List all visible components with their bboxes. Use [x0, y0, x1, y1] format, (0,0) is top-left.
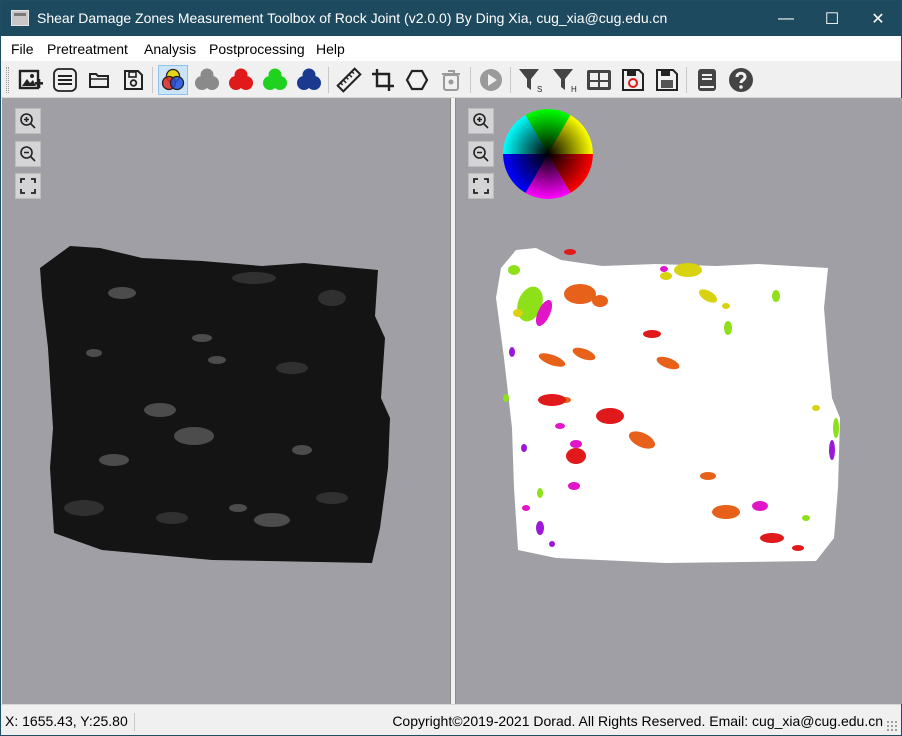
run-icon	[480, 69, 502, 91]
delete-icon	[442, 70, 460, 91]
resize-grip[interactable]	[886, 720, 898, 732]
toolbar-separator	[510, 67, 511, 93]
menu-analysis[interactable]: Analysis	[144, 41, 196, 57]
menu-pretreatment[interactable]: Pretreatment	[47, 41, 128, 57]
menu-file[interactable]: File	[11, 41, 34, 57]
gray-channel-button[interactable]	[192, 65, 222, 95]
copyright-text: Copyright©2019-2021 Dorad. All Rights Re…	[392, 713, 883, 729]
manual-icon	[698, 69, 716, 91]
menu-bar: File Pretreatment Analysis Postprocessin…	[1, 36, 901, 61]
toolbar-separator	[328, 67, 329, 93]
rgb-channels-button[interactable]	[158, 65, 188, 95]
polygon-icon	[405, 69, 429, 91]
help-icon	[729, 68, 753, 92]
rgb-channels-icon	[161, 68, 185, 91]
gray-channel-icon	[195, 68, 219, 90]
filter-s-icon: S	[519, 69, 542, 94]
run-button[interactable]	[476, 65, 506, 95]
minimize-button[interactable]: —	[763, 1, 809, 36]
table-icon	[587, 70, 611, 90]
close-button[interactable]: ✕	[855, 1, 901, 36]
crop-icon	[372, 69, 394, 91]
toolbar-separator	[470, 67, 471, 93]
filter-s-subscript: S	[537, 85, 542, 94]
red-channel-icon	[229, 68, 253, 90]
damage-zone-image	[496, 109, 840, 563]
toolbar-grip[interactable]	[6, 67, 9, 93]
red-channel-button[interactable]	[226, 65, 256, 95]
crop-button[interactable]	[368, 65, 398, 95]
app-icon	[11, 10, 29, 26]
result-image-pane[interactable]	[456, 98, 902, 704]
cursor-coordinates: X: 1655.43, Y:25.80	[5, 713, 135, 731]
green-channel-button[interactable]	[260, 65, 290, 95]
toolbar-separator	[152, 67, 153, 93]
toolbar-separator	[686, 67, 687, 93]
filter-h-subscript: H	[571, 85, 577, 94]
save-button[interactable]	[118, 65, 148, 95]
app-window: Shear Damage Zones Measurement Toolbox o…	[0, 0, 902, 736]
rock-joint-image	[40, 246, 390, 563]
original-image-pane[interactable]	[2, 98, 450, 704]
manual-button[interactable]	[692, 65, 722, 95]
polygon-button[interactable]	[402, 65, 432, 95]
blue-channel-button[interactable]	[294, 65, 324, 95]
menu-postprocessing[interactable]: Postprocessing	[209, 41, 305, 57]
open-folder-icon	[89, 73, 109, 88]
import-image-icon	[18, 69, 43, 90]
menu-help[interactable]: Help	[316, 41, 345, 57]
save-result-button[interactable]	[618, 65, 648, 95]
import-image-button[interactable]	[16, 65, 46, 95]
window-title: Shear Damage Zones Measurement Toolbox o…	[37, 10, 668, 26]
filter-h-icon: H	[553, 69, 577, 94]
ruler-icon	[336, 67, 362, 93]
save-icon	[124, 70, 143, 90]
save-result-icon	[622, 69, 644, 91]
delete-button[interactable]	[436, 65, 466, 95]
maximize-button[interactable]: ☐	[809, 1, 855, 36]
blue-channel-icon	[297, 68, 321, 90]
text-list-icon	[53, 68, 77, 92]
open-folder-button[interactable]	[84, 65, 114, 95]
help-button[interactable]	[726, 65, 756, 95]
ruler-button[interactable]	[334, 65, 364, 95]
table-button[interactable]	[584, 65, 614, 95]
green-channel-icon	[263, 68, 287, 90]
title-bar: Shear Damage Zones Measurement Toolbox o…	[1, 1, 901, 36]
text-list-button[interactable]	[50, 65, 80, 95]
save-data-button[interactable]	[652, 65, 682, 95]
save-data-icon	[656, 69, 678, 91]
filter-s-button[interactable]: S	[516, 65, 546, 95]
orientation-color-wheel	[503, 109, 593, 199]
toolbar: S H	[1, 61, 901, 98]
status-bar: X: 1655.43, Y:25.80 Copyright©2019-2021 …	[1, 704, 901, 735]
filter-h-button[interactable]: H	[550, 65, 580, 95]
